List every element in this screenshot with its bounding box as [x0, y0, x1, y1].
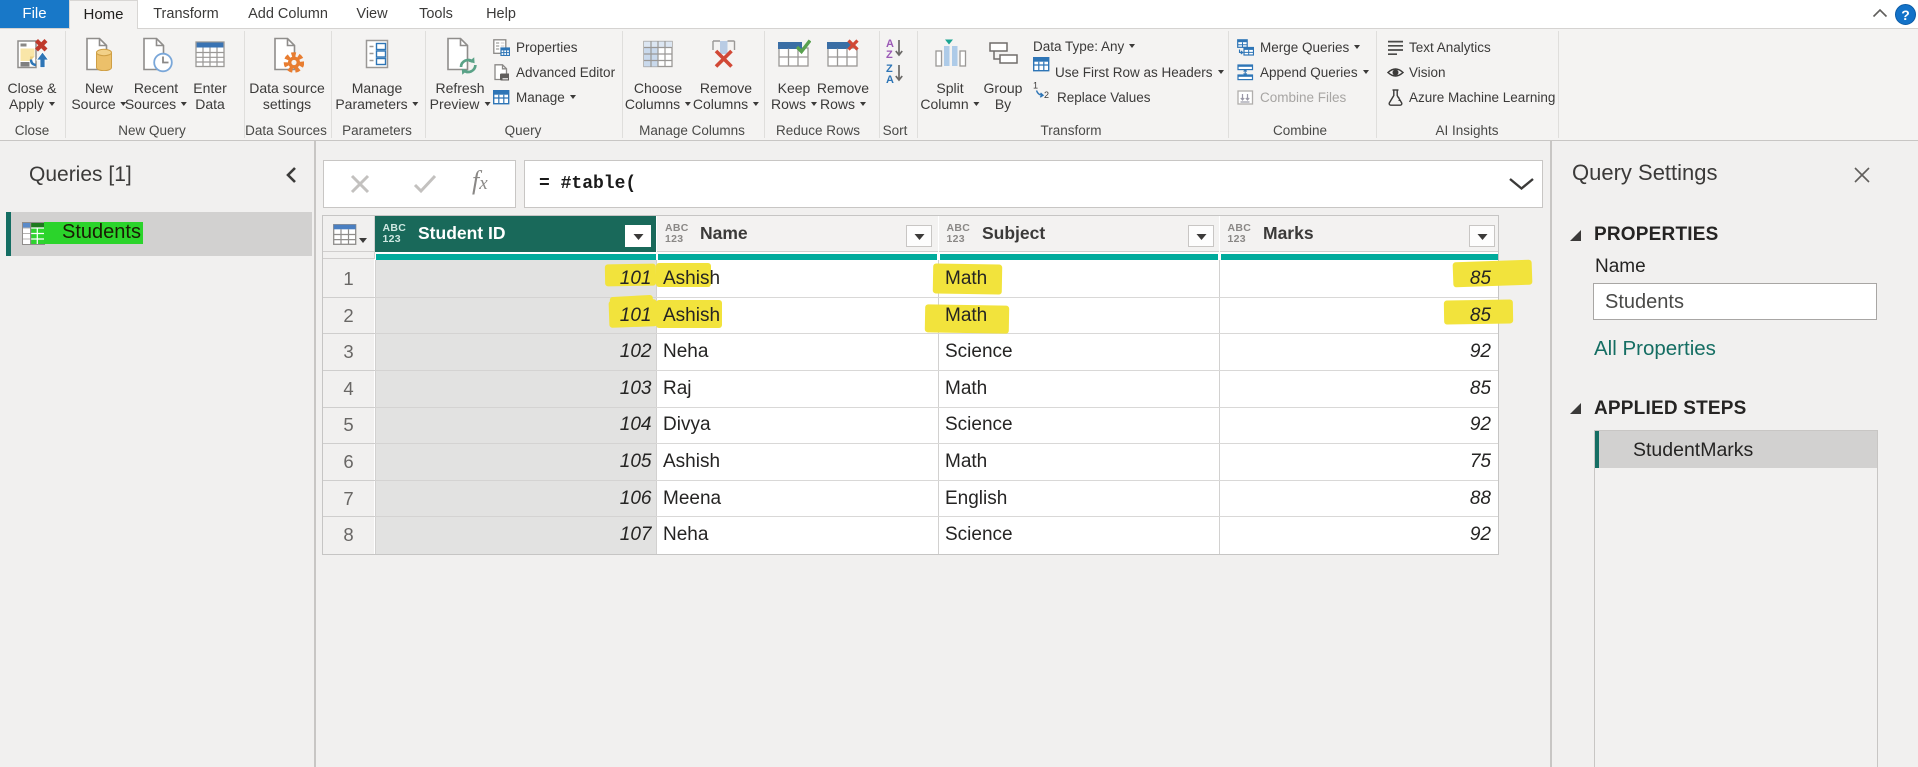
svg-text:Z: Z	[886, 49, 893, 58]
svg-text:1: 1	[1033, 81, 1038, 91]
svg-text:2: 2	[1044, 90, 1049, 98]
svg-text:A: A	[886, 74, 894, 83]
